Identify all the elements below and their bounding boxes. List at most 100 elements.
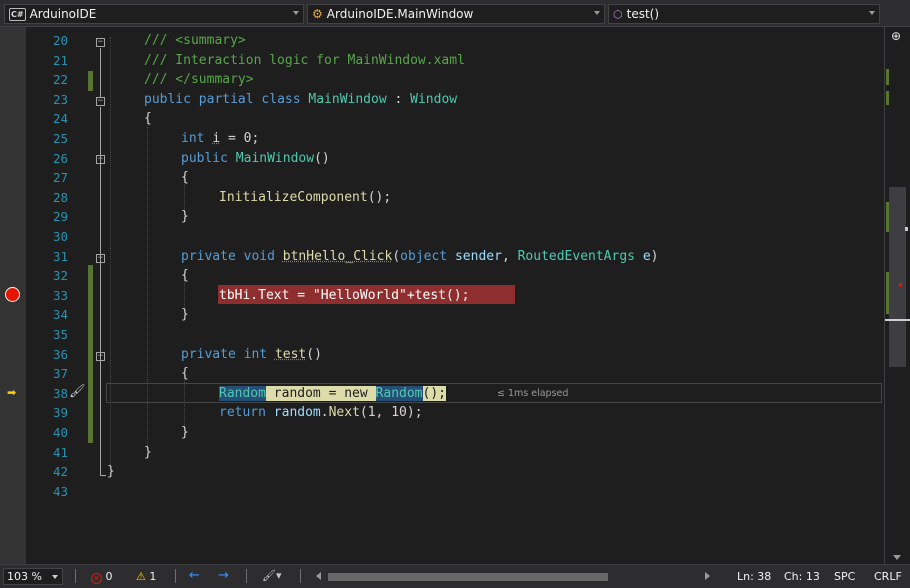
chevron-down-icon xyxy=(594,11,600,15)
project-dropdown[interactable]: C# ArduinoIDE xyxy=(4,4,304,24)
line-number: 36 xyxy=(52,346,68,362)
line-number: 26 xyxy=(52,150,68,166)
divider xyxy=(300,569,301,583)
line-ending-indicator[interactable]: CRLF xyxy=(874,570,902,583)
horizontal-scrollbar-thumb[interactable] xyxy=(328,573,608,581)
code-line-24[interactable]: { xyxy=(144,109,152,129)
line-number: 42 xyxy=(52,464,68,480)
navigation-bar: C# ArduinoIDE ⚙ ArduinoIDE.MainWindow ⬡ … xyxy=(0,0,910,27)
line-number: 21 xyxy=(52,52,68,68)
change-marker xyxy=(886,69,889,85)
code-line-38[interactable]: Random random = new Random(); xyxy=(219,384,446,404)
line-number: 29 xyxy=(52,209,68,225)
change-indicator xyxy=(88,71,93,91)
warning-marker xyxy=(905,227,908,231)
error-icon: ✕ xyxy=(91,573,102,584)
whitespace-indicator[interactable]: SPC xyxy=(834,570,855,583)
code-line-26[interactable]: public MainWindow() xyxy=(181,149,330,169)
member-dropdown[interactable]: ⬡ test() xyxy=(608,4,880,24)
code-line-36[interactable]: private int test() xyxy=(181,345,322,365)
breakpoint-icon[interactable] xyxy=(5,287,20,302)
chevron-down-icon xyxy=(869,11,875,15)
type-dropdown[interactable]: ⚙ ArduinoIDE.MainWindow xyxy=(307,4,605,24)
code-line-39[interactable]: return random.Next(1, 10); xyxy=(219,403,423,423)
line-number: 40 xyxy=(52,425,68,440)
code-line-31[interactable]: private void btnHello_Click(object sende… xyxy=(181,247,658,267)
line-number: 22 xyxy=(52,72,68,88)
code-line-33[interactable]: tbHi.Text = "HelloWorld"+test(); xyxy=(219,286,469,306)
navigate-back-icon[interactable]: ← xyxy=(189,568,200,583)
line-number: 25 xyxy=(52,131,68,146)
line-number: 38 xyxy=(52,385,68,401)
code-line-25[interactable]: int i = 0; xyxy=(181,129,259,149)
fold-line xyxy=(100,475,106,476)
divider xyxy=(75,569,76,583)
divider xyxy=(175,569,176,583)
change-indicator xyxy=(88,265,93,443)
code-line-32[interactable]: { xyxy=(181,266,189,286)
line-number: 37 xyxy=(52,366,68,382)
line-number: 30 xyxy=(52,229,68,244)
code-line-20[interactable]: /// <summary> xyxy=(144,31,246,51)
line-number: 43 xyxy=(52,483,68,499)
class-icon: ⚙ xyxy=(312,6,323,21)
collapse-icon[interactable]: − xyxy=(96,254,105,263)
line-number: 24 xyxy=(52,111,68,127)
quick-action-brush-icon[interactable]: 🖌 xyxy=(69,384,86,400)
collapse-icon[interactable]: − xyxy=(96,352,105,361)
navigate-forward-icon[interactable]: → xyxy=(218,568,229,583)
code-line-37[interactable]: { xyxy=(181,364,189,384)
line-number: 39 xyxy=(52,405,68,421)
collapse-icon[interactable]: − xyxy=(96,155,105,164)
vertical-scrollbar[interactable]: ⊕ xyxy=(884,27,910,564)
line-number: 41 xyxy=(52,444,68,460)
code-line-28[interactable]: InitializeComponent(); xyxy=(219,188,391,208)
zoom-dropdown[interactable]: 103 % xyxy=(3,568,63,585)
perf-tip[interactable]: ≤ 1ms elapsed xyxy=(497,388,568,399)
scroll-left-icon[interactable] xyxy=(316,572,321,580)
zoom-level: 103 % xyxy=(7,570,42,583)
code-line-40[interactable]: } xyxy=(181,423,189,443)
editor-status-bar: 103 % ✕ 0 ⚠ 1 ← → 🖌▾ Ln: 38 Ch: 13 SPC C… xyxy=(0,564,910,588)
execution-arrow-icon: ➡ xyxy=(7,386,17,399)
project-name: ArduinoIDE xyxy=(29,7,97,21)
line-number: 31 xyxy=(52,248,68,264)
caret-marker xyxy=(885,319,910,321)
code-line-23[interactable]: public partial class MainWindow : Window xyxy=(144,90,457,110)
change-marker xyxy=(886,272,889,314)
line-number: 20 xyxy=(52,33,68,48)
breakpoint-marker xyxy=(899,283,902,287)
collapse-icon[interactable]: − xyxy=(96,97,105,106)
divider xyxy=(246,569,247,583)
member-name: test() xyxy=(626,7,660,21)
line-number: 23 xyxy=(52,91,68,107)
error-count[interactable]: ✕ 0 xyxy=(91,570,113,584)
fold-line xyxy=(100,48,101,97)
line-number: 27 xyxy=(52,170,68,186)
column-indicator[interactable]: Ch: 13 xyxy=(784,570,820,583)
change-marker xyxy=(886,91,889,105)
scrollbar-thumb[interactable] xyxy=(889,187,906,367)
warning-count[interactable]: ⚠ 1 xyxy=(136,570,156,583)
code-line-22[interactable]: /// </summary> xyxy=(144,70,254,90)
csharp-project-icon: C# xyxy=(9,7,26,21)
split-editor-icon[interactable]: ⊕ xyxy=(891,29,901,43)
code-line-34[interactable]: } xyxy=(181,305,189,325)
line-number: 28 xyxy=(52,189,68,205)
code-line-27[interactable]: { xyxy=(181,168,189,188)
code-line-29[interactable]: } xyxy=(181,207,189,227)
code-line-41[interactable]: } xyxy=(144,443,152,463)
code-line-21[interactable]: /// Interaction logic for MainWindow.xam… xyxy=(144,51,465,71)
horizontal-scrollbar[interactable] xyxy=(316,571,710,582)
scroll-down-icon[interactable] xyxy=(893,555,901,560)
code-editor[interactable]: − − − − − ➡ 🖌 ≤ 1ms elapsed 20 21 22 23 24 25… xyxy=(0,27,884,564)
line-number: 32 xyxy=(52,268,68,284)
code-line-42[interactable]: } xyxy=(107,462,115,482)
scroll-right-icon[interactable] xyxy=(705,572,710,580)
code-cleanup-icon[interactable]: 🖌▾ xyxy=(262,569,282,582)
method-icon: ⬡ xyxy=(613,7,623,21)
change-marker xyxy=(886,202,889,232)
collapse-icon[interactable]: − xyxy=(96,38,105,47)
type-name: ArduinoIDE.MainWindow xyxy=(326,7,474,21)
line-indicator[interactable]: Ln: 38 xyxy=(737,570,771,583)
